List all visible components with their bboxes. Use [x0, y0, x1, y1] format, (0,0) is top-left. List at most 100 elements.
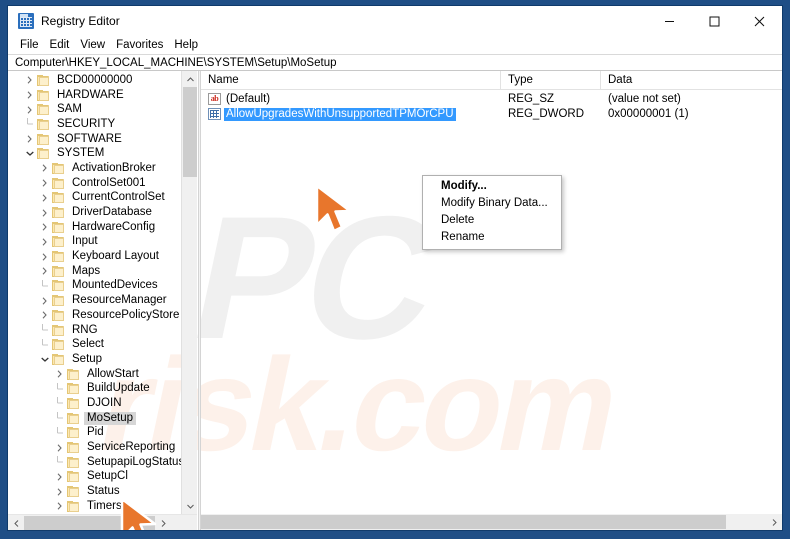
tree-item-servicereporting[interactable]: ServiceReporting: [8, 440, 181, 455]
tree-item-currentcontrolset[interactable]: CurrentControlSet: [8, 191, 181, 206]
chevron-right-icon[interactable]: [37, 238, 52, 246]
context-menu-item-delete[interactable]: Delete: [423, 212, 561, 229]
tree-item-label: Input: [72, 235, 98, 248]
table-row[interactable]: ab (Default) REG_SZ (value not set): [201, 92, 782, 107]
tree-item-label: SYSTEM: [57, 147, 105, 160]
tree-item-setupapilogstatus[interactable]: SetupapiLogStatus: [8, 455, 181, 470]
tree-item-maps[interactable]: Maps: [8, 264, 181, 279]
folder-icon: [37, 74, 49, 86]
table-row[interactable]: AllowUpgradesWithUnsupportedTPMOrCPU REG_…: [201, 107, 782, 122]
chevron-right-icon[interactable]: [22, 106, 37, 114]
tree-item-label: ResourceManager: [72, 294, 167, 307]
chevron-right-icon[interactable]: [52, 502, 67, 510]
tree-item-djoin[interactable]: DJOIN: [8, 396, 181, 411]
tree-item-setupcl[interactable]: SetupCl: [8, 470, 181, 485]
menu-item-view[interactable]: View: [75, 37, 111, 54]
tree-item-sam[interactable]: SAM: [8, 102, 181, 117]
value-name: AllowUpgradesWithUnsupportedTPMOrCPU: [224, 107, 456, 121]
tree-item-select[interactable]: Select: [8, 337, 181, 352]
tree-item-setup[interactable]: Setup: [8, 352, 181, 367]
tree-item-system[interactable]: SYSTEM: [8, 146, 181, 161]
column-header-data[interactable]: Data: [601, 71, 782, 89]
menu-item-help[interactable]: Help: [169, 37, 204, 54]
chevron-right-icon[interactable]: [22, 135, 37, 143]
close-button[interactable]: [737, 6, 782, 36]
tree-item-bcd00000000[interactable]: BCD00000000: [8, 73, 181, 88]
tree-item-mosetup[interactable]: MoSetup: [8, 411, 181, 426]
tree-hscrollbar-thumb[interactable]: [24, 516, 155, 530]
chevron-down-icon[interactable]: [22, 151, 37, 157]
registry-tree[interactable]: BCD00000000 HARDWARE SAM SECURITY SOFTWARE SY…: [8, 71, 181, 514]
chevron-right-icon[interactable]: [22, 76, 37, 85]
chevron-right-icon[interactable]: [37, 252, 52, 261]
tree-item-software[interactable]: SOFTWARE: [8, 132, 181, 147]
context-menu-item-modify[interactable]: Modify...: [423, 178, 561, 195]
folder-icon: [52, 236, 64, 248]
values-scroll-right-icon[interactable]: [766, 514, 782, 530]
address-bar[interactable]: Computer\HKEY_LOCAL_MACHINE\SYSTEM\Setup…: [8, 54, 782, 71]
reg-dword-icon: [208, 108, 221, 121]
tree-item-driverdatabase[interactable]: DriverDatabase: [8, 205, 181, 220]
maximize-button[interactable]: [692, 6, 737, 36]
values-horizontal-scrollbar[interactable]: [201, 514, 782, 530]
tree-item-resourcepolicystore[interactable]: ResourcePolicyStore: [8, 308, 181, 323]
tree-item-hardware[interactable]: HARDWARE: [8, 88, 181, 103]
folder-icon: [67, 471, 79, 483]
value-name-cell: AllowUpgradesWithUnsupportedTPMOrCPU: [201, 107, 501, 121]
scroll-down-icon[interactable]: [182, 498, 197, 514]
tree-item-label: BuildUpdate: [87, 382, 150, 395]
tree-item-label: SAM: [57, 103, 82, 116]
chevron-right-icon[interactable]: [52, 487, 67, 496]
tree-item-mounteddevices[interactable]: MountedDevices: [8, 279, 181, 294]
chevron-right-icon[interactable]: [52, 473, 67, 481]
chevron-right-icon[interactable]: [37, 296, 52, 305]
screen-root: Registry Editor File Edit View Favorites…: [0, 0, 790, 539]
tree-item-timers[interactable]: Timers: [8, 499, 181, 514]
chevron-right-icon[interactable]: [37, 194, 52, 202]
tree-item-rng[interactable]: RNG: [8, 323, 181, 338]
chevron-down-icon[interactable]: [37, 357, 52, 362]
context-menu-item-modify-binary-data[interactable]: Modify Binary Data...: [423, 195, 561, 212]
scroll-up-icon[interactable]: [182, 71, 197, 87]
folder-icon: [52, 251, 64, 263]
tree-item-buildupdate[interactable]: BuildUpdate: [8, 381, 181, 396]
tree-item-resourcemanager[interactable]: ResourceManager: [8, 293, 181, 308]
tree-horizontal-scrollbar[interactable]: [8, 514, 197, 530]
chevron-right-icon[interactable]: [37, 267, 52, 275]
folder-icon: [52, 324, 64, 336]
column-header-name[interactable]: Name: [201, 71, 501, 89]
menu-item-favorites[interactable]: Favorites: [111, 37, 169, 54]
context-menu[interactable]: Modify... Modify Binary Data... Delete R…: [422, 175, 562, 250]
tree-item-status[interactable]: Status: [8, 484, 181, 499]
tree-scrollbar-thumb[interactable]: [183, 87, 197, 177]
values-hscrollbar-thumb[interactable]: [201, 515, 726, 529]
tree-item-label: SECURITY: [57, 117, 116, 130]
chevron-right-icon[interactable]: [37, 208, 52, 217]
chevron-right-icon[interactable]: [52, 443, 67, 452]
chevron-right-icon[interactable]: [52, 370, 67, 378]
tree-item-input[interactable]: Input: [8, 235, 181, 250]
registry-values-list[interactable]: ab (Default) REG_SZ (value not set) AllowUpg…: [201, 90, 782, 514]
tree-item-pid[interactable]: Pid: [8, 426, 181, 441]
context-menu-item-rename[interactable]: Rename: [423, 229, 561, 246]
chevron-right-icon[interactable]: [37, 311, 52, 320]
menu-item-file[interactable]: File: [15, 37, 45, 54]
minimize-button[interactable]: [647, 6, 692, 36]
tree-vertical-scrollbar[interactable]: [181, 71, 197, 514]
chevron-right-icon[interactable]: [37, 223, 52, 231]
tree-item-security[interactable]: SECURITY: [8, 117, 181, 132]
tree-item-activationbroker[interactable]: ActivationBroker: [8, 161, 181, 176]
menu-item-edit[interactable]: Edit: [45, 37, 76, 54]
menu-bar: File Edit View Favorites Help: [8, 36, 782, 54]
tree-item-hardwareconfig[interactable]: HardwareConfig: [8, 220, 181, 235]
tree-item-keyboard-layout[interactable]: Keyboard Layout: [8, 249, 181, 264]
scroll-left-icon[interactable]: [8, 515, 24, 530]
chevron-right-icon[interactable]: [37, 164, 52, 173]
scroll-right-icon[interactable]: [155, 515, 171, 530]
column-header-type[interactable]: Type: [501, 71, 601, 89]
chevron-right-icon[interactable]: [37, 179, 52, 187]
tree-item-allowstart[interactable]: AllowStart: [8, 367, 181, 382]
tree-item-controlset001[interactable]: ControlSet001: [8, 176, 181, 191]
tree-item-label: BCD00000000: [57, 73, 133, 86]
chevron-right-icon[interactable]: [22, 91, 37, 99]
